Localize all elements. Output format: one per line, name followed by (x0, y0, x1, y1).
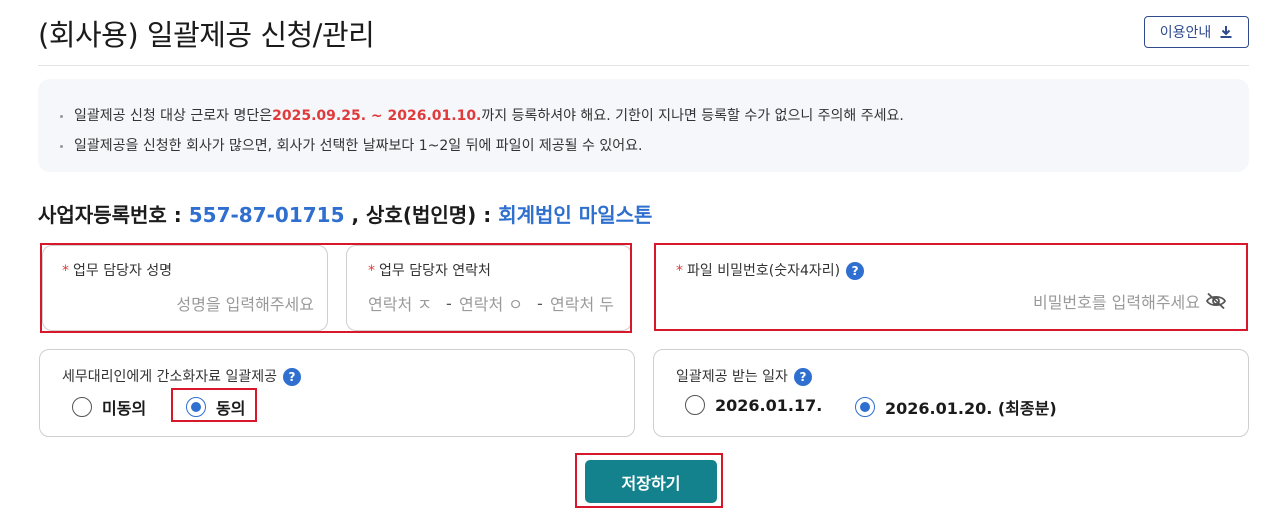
consent-label: 세무대리인에게 간소화자료 일괄제공? (62, 366, 301, 386)
reg-number-value: 557-87-01715 (188, 203, 345, 227)
eye-off-icon[interactable] (1205, 292, 1227, 310)
save-button[interactable]: 저장하기 (585, 460, 717, 503)
radio-unchecked[interactable] (72, 397, 92, 417)
consent-card (39, 349, 635, 437)
radio-checked[interactable] (855, 397, 875, 417)
manager-contact-label: * 업무 담당자 연락처 (368, 260, 491, 280)
notice-text: 일괄제공을 신청한 회사가 많으면, 회사가 선택한 날짜보다 1~2일 뒤에 … (74, 138, 643, 154)
radio-label: 동의 (216, 399, 246, 418)
page-title: (회사용) 일괄제공 신청/관리 (38, 18, 375, 52)
help-icon[interactable]: ? (846, 262, 865, 280)
file-password-input[interactable] (676, 288, 1200, 316)
company-name-label: , 상호(법인명) : (344, 203, 499, 227)
reg-number-label: 사업자등록번호 : (38, 203, 189, 227)
help-icon[interactable]: ? (282, 368, 301, 386)
bullet-dot (60, 144, 63, 148)
required-mark: * (676, 263, 683, 279)
contact-part2-input[interactable] (459, 290, 535, 318)
notice-period: 2025.09.25. ~ 2026.01.10. (272, 108, 482, 124)
contact-part1-input[interactable] (368, 290, 444, 318)
manager-name-input[interactable] (62, 290, 314, 318)
notice-text: 까지 등록하셔야 해요. 기한이 지나면 등록할 수가 없으니 주의해 주세요. (481, 108, 904, 124)
label-text: 일괄제공 받는 일자 (676, 369, 788, 385)
contact-separator: - (446, 294, 452, 313)
radio-label: 미동의 (102, 399, 147, 418)
label-text: 업무 담당자 연락처 (379, 263, 491, 279)
receive-date-label: 일괄제공 받는 일자? (676, 366, 812, 386)
bullet-dot (60, 114, 63, 118)
guide-button[interactable]: 이용안내 (1144, 16, 1249, 48)
label-text: 세무대리인에게 간소화자료 일괄제공 (62, 369, 277, 385)
radio-checked[interactable] (186, 397, 206, 417)
receive-date-option-1[interactable]: 2026.01.17. (685, 395, 822, 415)
contact-part3-input[interactable] (550, 290, 622, 318)
manager-contact-card (346, 245, 632, 331)
notice-text: 일괄제공 신청 대상 근로자 명단은 (74, 108, 273, 124)
help-icon[interactable]: ? (793, 368, 812, 386)
radio-label: 2026.01.17. (715, 395, 823, 415)
notice-item: 일괄제공 신청 대상 근로자 명단은 2025.09.25. ~ 2026.01… (60, 101, 1225, 131)
required-mark: * (62, 263, 69, 279)
manager-name-card (42, 245, 328, 331)
business-info: 사업자등록번호 : 557-87-01715 , 상호(법인명) : 회계법인 … (38, 199, 652, 228)
file-password-label: * 파일 비밀번호(숫자4자리)? (676, 260, 865, 280)
company-name-value: 회계법인 마일스톤 (498, 203, 653, 227)
manager-name-label: * 업무 담당자 성명 (62, 260, 172, 280)
notice-box: 일괄제공 신청 대상 근로자 명단은 2025.09.25. ~ 2026.01… (38, 79, 1249, 172)
label-text: 업무 담당자 성명 (73, 263, 173, 279)
consent-disagree-option[interactable]: 미동의 (72, 395, 146, 419)
download-icon (1220, 26, 1232, 38)
contact-separator: - (537, 294, 543, 313)
guide-button-label: 이용안내 (1159, 24, 1212, 40)
receive-date-option-2[interactable]: 2026.01.20. (최종분) (855, 395, 1057, 419)
required-mark: * (368, 263, 375, 279)
radio-label: 2026.01.20. (최종분) (885, 399, 1057, 418)
radio-unchecked[interactable] (685, 395, 705, 415)
consent-agree-option[interactable]: 동의 (186, 395, 245, 419)
notice-item: 일괄제공을 신청한 회사가 많으면, 회사가 선택한 날짜보다 1~2일 뒤에 … (60, 131, 1225, 161)
receive-date-card (653, 349, 1249, 437)
label-text: 파일 비밀번호(숫자4자리) (687, 263, 841, 279)
title-divider (38, 65, 1249, 66)
